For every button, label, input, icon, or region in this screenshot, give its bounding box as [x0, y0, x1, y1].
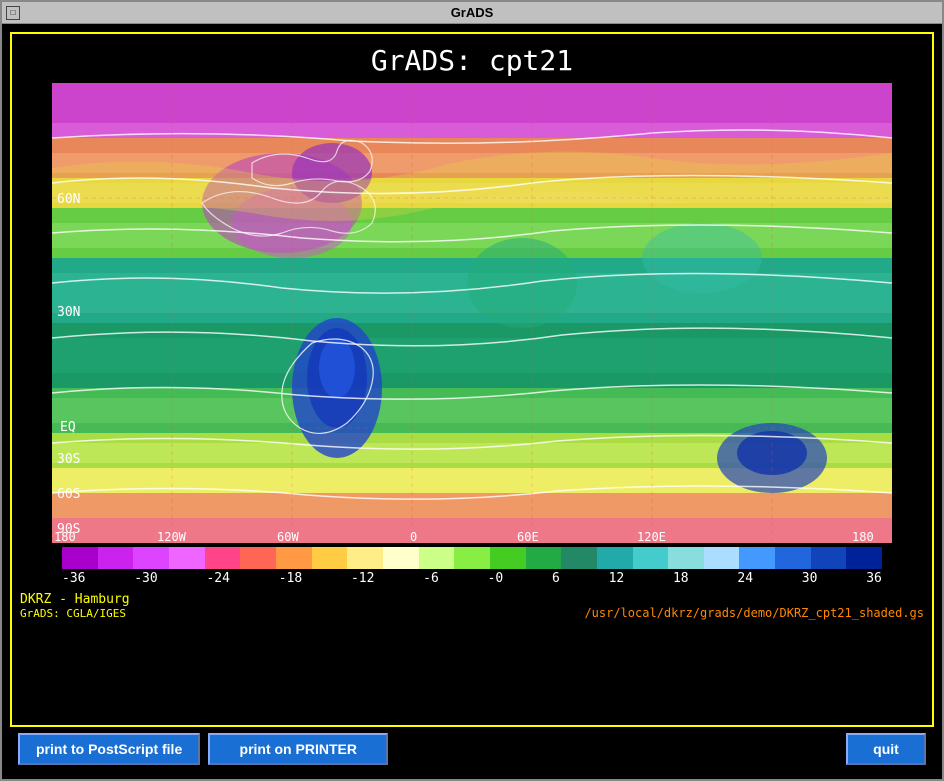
- colorbar-labels: -36 -30 -24 -18 -12 -6 -0 6 12 18 24 30 …: [62, 569, 882, 588]
- cb-label-9: 12: [609, 571, 625, 586]
- map-container: 60N 30N EQ 30S 60S 90S 180 120W 60W 0 60…: [52, 83, 892, 543]
- cb-label-5: -12: [351, 571, 374, 586]
- cb-label-12: 30: [802, 571, 818, 586]
- print-postscript-button[interactable]: print to PostScript file: [18, 733, 200, 765]
- cb-label-7: -0: [488, 571, 504, 586]
- info-left: DKRZ - Hamburg GrADS: CGLA/IGES: [20, 592, 130, 620]
- svg-text:60W: 60W: [277, 530, 299, 543]
- title-bar: □ GrADS: [2, 2, 942, 24]
- cb-label-1: -36: [62, 571, 85, 586]
- main-content: GrADS: cpt21: [2, 24, 942, 779]
- svg-text:60E: 60E: [517, 530, 539, 543]
- info-dkrz: DKRZ - Hamburg: [20, 592, 130, 607]
- cb-label-3: -24: [206, 571, 229, 586]
- plot-title: GrADS: cpt21: [12, 34, 932, 83]
- quit-button[interactable]: quit: [846, 733, 926, 765]
- cb-label-8: 6: [552, 571, 560, 586]
- info-grads: GrADS: CGLA/IGES: [20, 607, 130, 620]
- info-row: DKRZ - Hamburg GrADS: CGLA/IGES /usr/loc…: [12, 590, 932, 622]
- cb-label-10: 18: [673, 571, 689, 586]
- cb-label-11: 24: [737, 571, 753, 586]
- svg-text:EQ: EQ: [60, 420, 76, 435]
- svg-text:30S: 30S: [57, 452, 80, 467]
- cb-label-2: -30: [134, 571, 157, 586]
- cb-label-4: -18: [279, 571, 302, 586]
- svg-text:180: 180: [852, 530, 874, 543]
- svg-text:30N: 30N: [57, 305, 80, 320]
- window-icon[interactable]: □: [6, 6, 20, 20]
- svg-text:120W: 120W: [157, 530, 187, 543]
- svg-text:60N: 60N: [57, 192, 80, 207]
- window-title: GrADS: [451, 5, 494, 20]
- canvas-area: GrADS: cpt21: [10, 32, 934, 727]
- colorbar-area: -36 -30 -24 -18 -12 -6 -0 6 12 18 24 30 …: [12, 543, 932, 590]
- colorbar: [62, 547, 882, 569]
- info-path: /usr/local/dkrz/grads/demo/DKRZ_cpt21_sh…: [584, 606, 924, 620]
- svg-text:120E: 120E: [637, 530, 666, 543]
- bottom-bar: print to PostScript file print on PRINTE…: [10, 727, 934, 771]
- svg-text:60S: 60S: [57, 487, 80, 502]
- print-printer-button[interactable]: print on PRINTER: [208, 733, 388, 765]
- svg-text:0: 0: [410, 530, 417, 543]
- cb-label-13: 36: [866, 571, 882, 586]
- map-svg: 60N 30N EQ 30S 60S 90S 180 120W 60W 0 60…: [52, 83, 892, 543]
- main-window: □ GrADS GrADS: cpt21: [0, 0, 944, 781]
- cb-label-6: -6: [423, 571, 439, 586]
- svg-text:180: 180: [54, 530, 76, 543]
